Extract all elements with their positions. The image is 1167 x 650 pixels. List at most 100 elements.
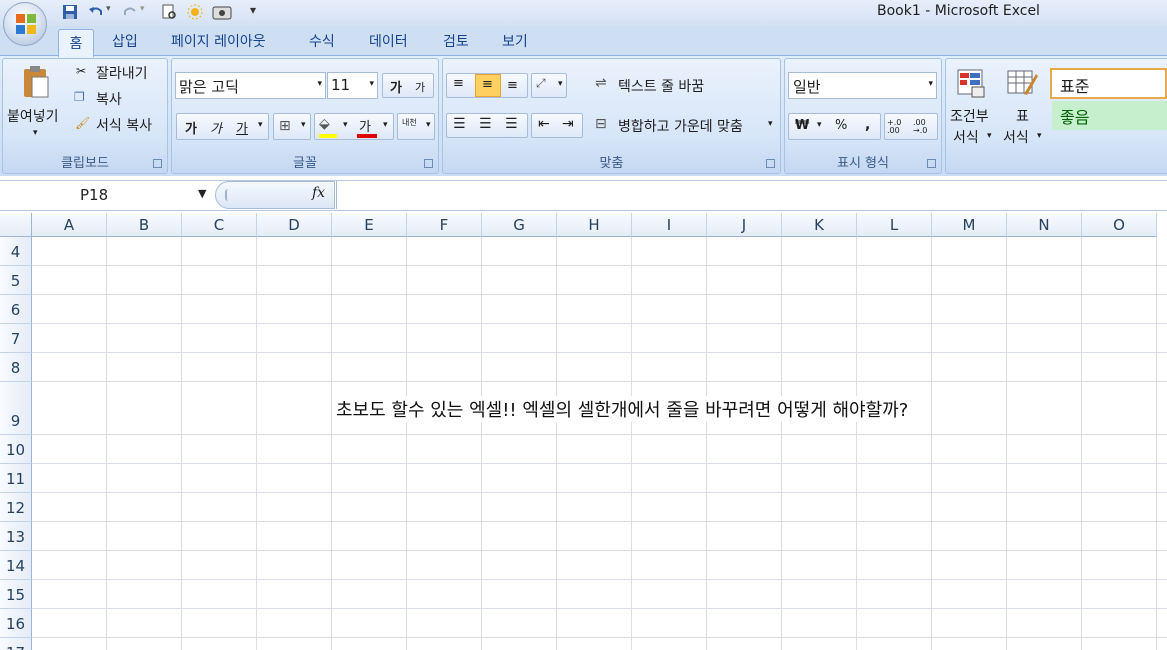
row-header-15[interactable]: 15 bbox=[0, 580, 32, 609]
font-launcher-icon[interactable] bbox=[424, 159, 433, 168]
redo-dropdown-icon[interactable]: ▾ bbox=[140, 4, 145, 14]
currency-button[interactable]: ₩ bbox=[795, 118, 809, 133]
print-preview-icon[interactable] bbox=[160, 3, 178, 21]
chevron-down-icon[interactable]: ▾ bbox=[369, 79, 374, 89]
column-header-l[interactable]: L bbox=[857, 213, 932, 237]
name-box-dropdown-icon[interactable]: ▼ bbox=[198, 187, 206, 200]
formula-input[interactable] bbox=[336, 181, 1167, 209]
row-header-7[interactable]: 7 bbox=[0, 324, 32, 353]
alignment-launcher-icon[interactable] bbox=[766, 159, 775, 168]
style-normal[interactable]: 표준 bbox=[1050, 68, 1167, 99]
row-header-6[interactable]: 6 bbox=[0, 295, 32, 324]
tab-view[interactable]: 보기 bbox=[502, 31, 528, 51]
column-header-g[interactable]: G bbox=[482, 213, 557, 237]
customize-icon[interactable]: ▾ bbox=[250, 3, 256, 17]
font-color-dropdown-icon[interactable]: ▾ bbox=[383, 120, 388, 130]
align-right-icon[interactable]: ☰ bbox=[505, 116, 518, 132]
currency-dropdown-icon[interactable]: ▾ bbox=[817, 120, 822, 130]
sun-icon[interactable] bbox=[186, 3, 204, 21]
fill-color-icon[interactable]: ⬙ bbox=[319, 116, 330, 132]
table-dropdown-icon[interactable]: ▾ bbox=[1037, 131, 1042, 141]
tab-page-layout[interactable]: 페이지 레이아웃 bbox=[171, 31, 266, 51]
column-header-k[interactable]: K bbox=[782, 213, 857, 237]
row-header-11[interactable]: 11 bbox=[0, 464, 32, 493]
bold-button[interactable]: 가 bbox=[185, 118, 197, 137]
phonetic-button[interactable]: 내천 ▾ bbox=[397, 113, 435, 140]
merge-center-button[interactable]: 병합하고 가운데 맞춤 bbox=[618, 116, 743, 136]
column-header-o[interactable]: O bbox=[1082, 213, 1157, 237]
tab-review[interactable]: 검토 bbox=[443, 31, 469, 51]
copy-button[interactable]: 복사 bbox=[96, 89, 122, 109]
cut-button[interactable]: 잘라내기 bbox=[96, 63, 148, 83]
align-left-icon[interactable]: ☰ bbox=[453, 116, 466, 132]
number-format-combobox[interactable]: 일반 ▾ bbox=[788, 72, 937, 99]
underline-dropdown-icon[interactable]: ▾ bbox=[258, 120, 263, 130]
conditional-format-button[interactable]: 조건부 bbox=[950, 106, 989, 126]
undo-dropdown-icon[interactable]: ▾ bbox=[106, 4, 111, 14]
font-size-combobox[interactable]: 11 ▾ bbox=[327, 72, 378, 99]
table-format-button-line2[interactable]: 서식 bbox=[1003, 127, 1029, 147]
phonetic-dropdown-icon[interactable]: ▾ bbox=[426, 120, 431, 130]
increase-decimal-button[interactable]: +.0 .00 bbox=[887, 119, 911, 135]
increase-indent-icon[interactable]: ⇥ bbox=[562, 116, 574, 132]
wrap-text-button[interactable]: 텍스트 줄 바꿈 bbox=[618, 76, 704, 96]
row-header-14[interactable]: 14 bbox=[0, 551, 32, 580]
fill-dropdown-icon[interactable]: ▾ bbox=[343, 120, 348, 130]
font-color-button[interactable]: 가 bbox=[359, 116, 371, 135]
column-header-e[interactable]: E bbox=[332, 213, 407, 237]
merge-dropdown-icon[interactable]: ▾ bbox=[768, 119, 773, 129]
paste-icon[interactable] bbox=[20, 65, 52, 101]
select-all-corner[interactable] bbox=[0, 213, 32, 237]
align-center-icon[interactable]: ☰ bbox=[479, 116, 492, 132]
formula-expand-handle[interactable] bbox=[225, 189, 233, 201]
column-header-m[interactable]: M bbox=[932, 213, 1007, 237]
row-header-8[interactable]: 8 bbox=[0, 353, 32, 382]
column-header-b[interactable]: B bbox=[107, 213, 182, 237]
chevron-down-icon[interactable]: ▾ bbox=[928, 79, 933, 89]
row-header-10[interactable]: 10 bbox=[0, 435, 32, 464]
top-align-icon[interactable]: ≡ bbox=[453, 76, 464, 91]
camera-icon[interactable] bbox=[212, 3, 232, 21]
font-name-combobox[interactable]: 맑은 고딕 ▾ bbox=[175, 72, 326, 99]
orientation-button[interactable]: ⤢ ▾ bbox=[531, 73, 567, 98]
column-header-a[interactable]: A bbox=[32, 213, 107, 237]
row-header-16[interactable]: 16 bbox=[0, 609, 32, 638]
percent-button[interactable]: % bbox=[835, 118, 847, 133]
table-format-icon[interactable] bbox=[1006, 68, 1038, 98]
chevron-down-icon[interactable]: ▾ bbox=[317, 79, 322, 89]
clipboard-launcher-icon[interactable] bbox=[153, 159, 162, 168]
column-header-i[interactable]: I bbox=[632, 213, 707, 237]
undo-icon[interactable] bbox=[87, 3, 105, 21]
border-button[interactable]: ⊞ ▾ bbox=[273, 113, 311, 140]
column-header-c[interactable]: C bbox=[182, 213, 257, 237]
decrease-decimal-button[interactable]: .00 →.0 bbox=[913, 119, 937, 135]
conditional-dropdown-icon[interactable]: ▾ bbox=[987, 131, 992, 141]
column-header-d[interactable]: D bbox=[257, 213, 332, 237]
row-header-13[interactable]: 13 bbox=[0, 522, 32, 551]
office-button[interactable] bbox=[3, 2, 47, 46]
shrink-font-button[interactable]: 가 bbox=[415, 79, 425, 95]
paste-button[interactable]: 붙여넣기 bbox=[7, 106, 59, 126]
column-header-f[interactable]: F bbox=[407, 213, 482, 237]
tab-formulas[interactable]: 수식 bbox=[309, 31, 335, 51]
paste-dropdown-icon[interactable]: ▾ bbox=[33, 128, 38, 138]
row-header-17[interactable]: 17 bbox=[0, 638, 32, 650]
format-painter-button[interactable]: 서식 복사 bbox=[96, 115, 152, 135]
column-header-h[interactable]: H bbox=[557, 213, 632, 237]
row-header-4[interactable]: 4 bbox=[0, 237, 32, 266]
column-header-n[interactable]: N bbox=[1007, 213, 1082, 237]
redo-icon[interactable] bbox=[121, 3, 139, 21]
save-icon[interactable] bbox=[61, 3, 79, 21]
tab-data[interactable]: 데이터 bbox=[369, 31, 408, 51]
style-good[interactable]: 좋음 bbox=[1052, 101, 1167, 130]
insert-function-button[interactable]: fx bbox=[312, 185, 325, 201]
row-header-5[interactable]: 5 bbox=[0, 266, 32, 295]
underline-button[interactable]: 가 bbox=[236, 118, 248, 137]
border-dropdown-icon[interactable]: ▾ bbox=[301, 120, 306, 130]
conditional-format-button-line2[interactable]: 서식 bbox=[953, 127, 979, 147]
middle-align-button[interactable]: ≡ bbox=[475, 74, 501, 97]
decrease-indent-icon[interactable]: ⇤ bbox=[538, 116, 550, 132]
tab-home[interactable]: 홈 bbox=[58, 29, 94, 57]
comma-button[interactable]: , bbox=[865, 117, 870, 133]
number-launcher-icon[interactable] bbox=[927, 159, 936, 168]
